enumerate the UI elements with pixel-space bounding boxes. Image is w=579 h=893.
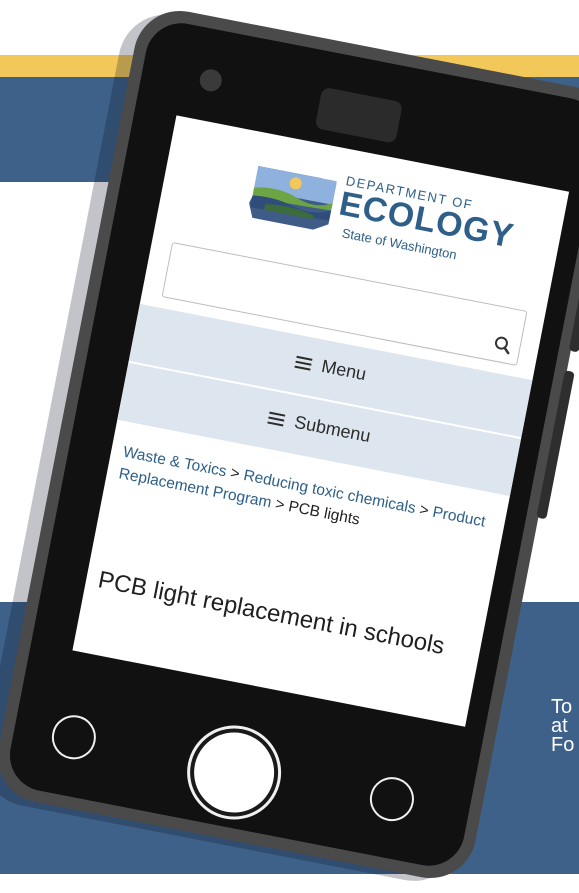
menu-label: Menu (319, 355, 368, 385)
submenu-label: Submenu (292, 411, 373, 447)
hamburger-icon (267, 409, 286, 430)
phone-apps-button (366, 773, 418, 825)
speaker-icon (314, 86, 404, 144)
ecology-logo[interactable]: DEPARTMENT OF ECOLOGY State of Washingto… (239, 155, 517, 279)
cropped-side-text: To at Fo (551, 696, 575, 756)
hamburger-icon (294, 353, 313, 374)
washington-state-logo-icon (249, 165, 337, 230)
phone-back-button (48, 711, 100, 764)
camera-icon (197, 67, 224, 94)
search-icon[interactable] (492, 334, 513, 355)
page-title: PCB light replacement in schools (95, 566, 447, 661)
phone-screen: DEPARTMENT OF ECOLOGY State of Washingto… (72, 115, 570, 727)
phone-home-button (182, 720, 286, 825)
